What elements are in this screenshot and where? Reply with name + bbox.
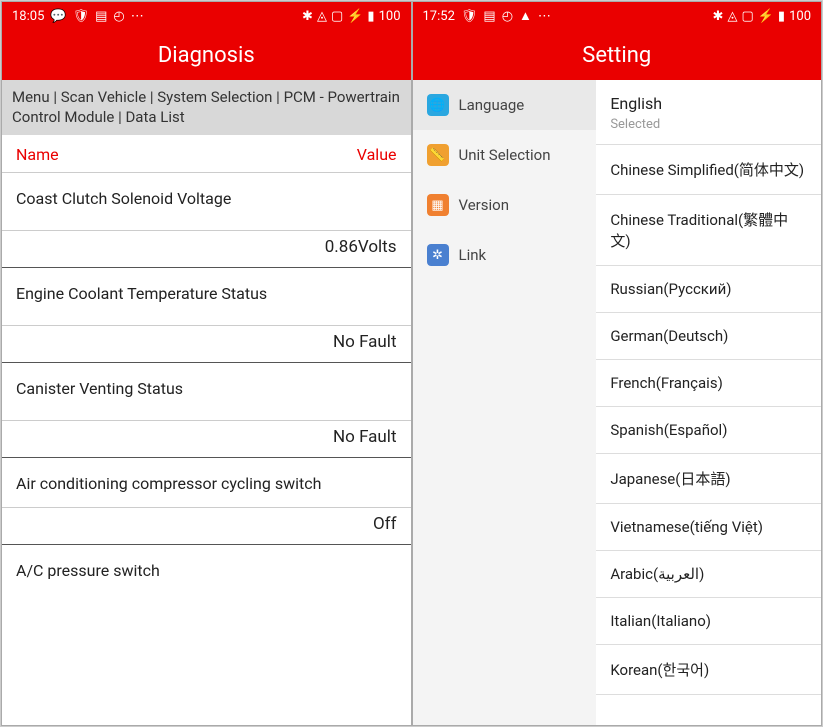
data-row[interactable]: Air conditioning compressor cycling swit… (2, 458, 411, 545)
param-name: Canister Venting Status (2, 363, 411, 420)
status-bar: 18:05 💬 🛡 ▤ ◴ ⋯ ✱ ◬ ▢ ⚡ ▮ 100 (2, 2, 411, 30)
more-icon: ⋯ (538, 9, 551, 24)
language-option[interactable]: Korean(한국어) (596, 645, 821, 695)
grid-icon: ▦ (427, 194, 449, 216)
status-bar: 17:52 🛡 ▤ ◴ ▲ ⋯ ✱ ◬ ▢ ⚡ ▮ 100 (413, 2, 822, 30)
param-value: No Fault (2, 420, 411, 457)
param-name: Coast Clutch Solenoid Voltage (2, 173, 411, 230)
language-option[interactable]: Chinese Traditional(繁體中文) (596, 195, 821, 266)
battery-icon: ▮ (367, 9, 374, 24)
battery-icon: ▮ (778, 9, 785, 24)
bolt-icon: ⚡ (758, 9, 774, 24)
battery-pct: 100 (789, 9, 811, 24)
shield-icon: 🛡 (73, 9, 90, 24)
col-value-label: Value (357, 145, 397, 164)
data-row[interactable]: Engine Coolant Temperature Status No Fau… (2, 268, 411, 363)
rotate-icon: ▢ (741, 9, 753, 24)
wifi-icon: ◬ (317, 9, 327, 24)
menu-label: Version (459, 196, 510, 214)
link-icon: ✲ (427, 244, 449, 266)
menu-item-unit[interactable]: 📏 Unit Selection (413, 130, 597, 180)
param-value: No Fault (2, 325, 411, 362)
language-option[interactable]: Arabic(العربية) (596, 551, 821, 598)
param-name: Air conditioning compressor cycling swit… (2, 458, 411, 507)
settings-menu: 🌐 Language 📏 Unit Selection ▦ Version ✲ … (413, 80, 597, 725)
column-headers: Name Value (2, 135, 411, 173)
menu-label: Language (459, 96, 525, 114)
language-option[interactable]: Chinese Simplified(简体中文) (596, 145, 821, 195)
diagnosis-screen: 18:05 💬 🛡 ▤ ◴ ⋯ ✱ ◬ ▢ ⚡ ▮ 100 Diagnosis … (1, 1, 412, 726)
data-row[interactable]: A/C pressure switch (2, 545, 411, 602)
globe-icon: 🌐 (427, 94, 449, 116)
language-option[interactable]: Vietnamese(tiếng Việt) (596, 504, 821, 551)
language-option[interactable]: French(Français) (596, 360, 821, 407)
menu-label: Link (459, 246, 487, 264)
param-value: 0.86Volts (2, 230, 411, 267)
battery-pct: 100 (379, 9, 401, 24)
ruler-icon: 📏 (427, 144, 449, 166)
menu-item-language[interactable]: 🌐 Language (413, 80, 597, 130)
language-option[interactable]: Italian(Italiano) (596, 598, 821, 645)
param-name: Engine Coolant Temperature Status (2, 268, 411, 325)
selected-label: Selected (596, 115, 821, 145)
param-name: A/C pressure switch (2, 545, 411, 602)
language-option[interactable]: German(Deutsch) (596, 313, 821, 360)
more-icon: ⋯ (131, 9, 144, 24)
setting-screen: 17:52 🛡 ▤ ◴ ▲ ⋯ ✱ ◬ ▢ ⚡ ▮ 100 Setting 🌐 … (412, 1, 823, 726)
note-icon: ▤ (483, 9, 495, 24)
status-time: 18:05 (12, 9, 44, 24)
language-panel[interactable]: English Selected Chinese Simplified(简体中文… (596, 80, 821, 725)
chat-icon: 💬 (50, 9, 66, 24)
page-title: Diagnosis (2, 30, 411, 80)
shield-icon: 🛡 (461, 9, 478, 24)
rotate-icon: ▢ (331, 9, 343, 24)
data-row[interactable]: Coast Clutch Solenoid Voltage 0.86Volts (2, 173, 411, 268)
wifi-icon: ◬ (727, 9, 737, 24)
clock-icon: ◴ (113, 9, 124, 24)
language-option[interactable]: Russian(Русский) (596, 266, 821, 313)
page-title: Setting (413, 30, 822, 80)
language-option[interactable]: Japanese(日本語) (596, 454, 821, 504)
param-value: Off (2, 507, 411, 544)
status-time: 17:52 (423, 9, 455, 24)
selected-language: English (596, 80, 821, 115)
data-row[interactable]: Canister Venting Status No Fault (2, 363, 411, 458)
clock-icon: ◴ (502, 9, 513, 24)
menu-label: Unit Selection (459, 146, 551, 164)
bluetooth-icon: ✱ (302, 9, 313, 24)
menu-item-link[interactable]: ✲ Link (413, 230, 597, 280)
col-name-label: Name (16, 145, 59, 164)
warning-icon: ▲ (519, 8, 532, 24)
language-option[interactable]: Spanish(Español) (596, 407, 821, 454)
breadcrumb: Menu | Scan Vehicle | System Selection |… (2, 80, 411, 135)
bolt-icon: ⚡ (347, 9, 363, 24)
note-icon: ▤ (95, 9, 107, 24)
bluetooth-icon: ✱ (713, 9, 724, 24)
menu-item-version[interactable]: ▦ Version (413, 180, 597, 230)
